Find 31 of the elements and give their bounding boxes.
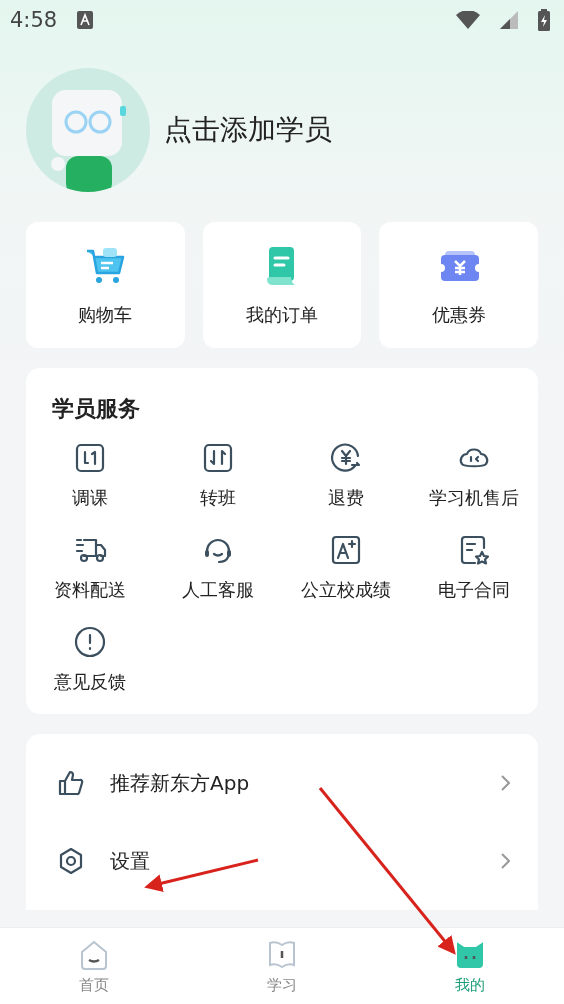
signal-icon	[500, 11, 518, 29]
wifi-icon	[456, 11, 480, 29]
menu-item[interactable]: 设置	[110, 847, 476, 875]
service-label[interactable]: 调课	[72, 486, 108, 510]
chevron-icon	[500, 851, 512, 871]
service-label[interactable]: 资料配送	[54, 578, 126, 602]
quick-link-card[interactable]: 优惠券	[379, 222, 538, 348]
menu-item[interactable]: 推荐新东方App	[110, 769, 476, 797]
chevron-icon	[500, 773, 512, 793]
quick-link-card[interactable]: 购物车	[26, 222, 185, 348]
quick-link-card[interactable]: 我的订单	[202, 222, 362, 348]
nav-tab[interactable]: 我的	[376, 928, 564, 1004]
nav-tab[interactable]: 首页	[0, 928, 188, 1004]
quick-link-label: 我的订单	[246, 303, 318, 327]
service-label[interactable]: 电子合同	[438, 578, 510, 602]
service-label[interactable]: 学习机售后	[429, 486, 519, 510]
status-time: 4:58	[10, 8, 58, 32]
service-label[interactable]: 人工客服	[182, 578, 254, 602]
quick-link-label: 优惠券	[431, 303, 486, 327]
battery-icon	[538, 9, 550, 31]
nav-tab[interactable]: 学习	[188, 928, 376, 1004]
quick-link-label: 购物车	[78, 303, 133, 327]
service-label[interactable]: 退费	[328, 486, 364, 510]
keyboard-indicator-icon	[77, 11, 94, 29]
service-label[interactable]: 公立校成绩	[301, 578, 391, 602]
service-label[interactable]: 意见反馈	[54, 670, 126, 694]
feedback-icon	[72, 624, 108, 660]
thumbs-up-icon	[56, 768, 86, 798]
add-student-link[interactable]: 点击添加学员	[164, 111, 332, 149]
section-title: 学员服务	[52, 395, 141, 423]
service-label[interactable]: 转班	[200, 486, 236, 510]
